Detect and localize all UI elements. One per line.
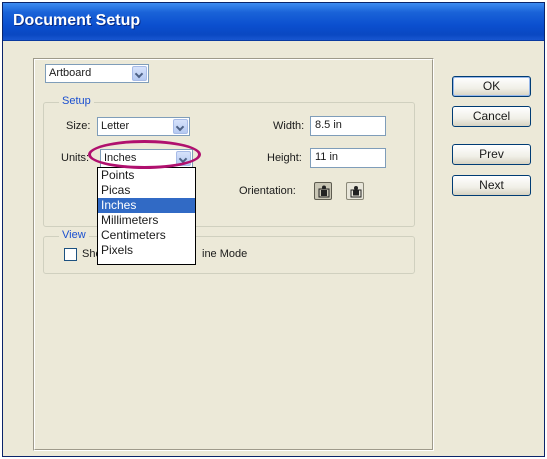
- chevron-down-icon[interactable]: [173, 119, 188, 134]
- units-label: Units:: [61, 152, 90, 164]
- view-legend: View: [59, 229, 89, 241]
- view-mode-checkbox[interactable]: [64, 248, 77, 261]
- units-dropdown-list[interactable]: Points Picas Inches Millimeters Centimet…: [97, 167, 196, 265]
- width-field[interactable]: 8.5 in: [310, 116, 386, 136]
- landscape-orientation-button[interactable]: [346, 182, 364, 200]
- ok-button[interactable]: OK: [452, 76, 531, 97]
- orientation-label: Orientation:: [239, 185, 296, 197]
- size-label: Size:: [66, 120, 91, 132]
- size-value: Letter: [101, 120, 130, 132]
- units-option-picas[interactable]: Picas: [98, 183, 195, 198]
- panel-selector-dropdown[interactable]: Artboard: [45, 64, 149, 83]
- width-label: Width:: [273, 120, 305, 132]
- checkbox-label-end: ine Mode: [202, 248, 248, 260]
- size-dropdown[interactable]: Letter: [97, 117, 190, 136]
- title-bar[interactable]: Document Setup: [3, 3, 544, 41]
- portrait-orientation-button[interactable]: [314, 182, 332, 200]
- prev-button[interactable]: Prev: [452, 144, 531, 165]
- dialog-title: Document Setup: [13, 12, 141, 29]
- panel-selector-value: Artboard: [49, 67, 92, 79]
- height-label: Height:: [267, 152, 302, 164]
- document-setup-dialog: Document Setup Artboard Setup Size: Lett…: [2, 2, 545, 457]
- units-option-inches[interactable]: Inches: [98, 198, 195, 213]
- landscape-orientation-icon: [350, 186, 362, 198]
- units-option-centimeters[interactable]: Centimeters: [98, 228, 195, 243]
- next-button[interactable]: Next: [452, 175, 531, 196]
- height-field[interactable]: 11 in: [310, 148, 386, 168]
- units-option-points[interactable]: Points: [98, 168, 195, 183]
- portrait-orientation-icon: [318, 185, 330, 198]
- units-highlight-annotation: [88, 140, 201, 169]
- units-option-pixels[interactable]: Pixels: [98, 243, 195, 258]
- setup-legend: Setup: [59, 95, 94, 107]
- cancel-button[interactable]: Cancel: [452, 106, 531, 127]
- chevron-down-icon[interactable]: [132, 66, 147, 81]
- units-option-millimeters[interactable]: Millimeters: [98, 213, 195, 228]
